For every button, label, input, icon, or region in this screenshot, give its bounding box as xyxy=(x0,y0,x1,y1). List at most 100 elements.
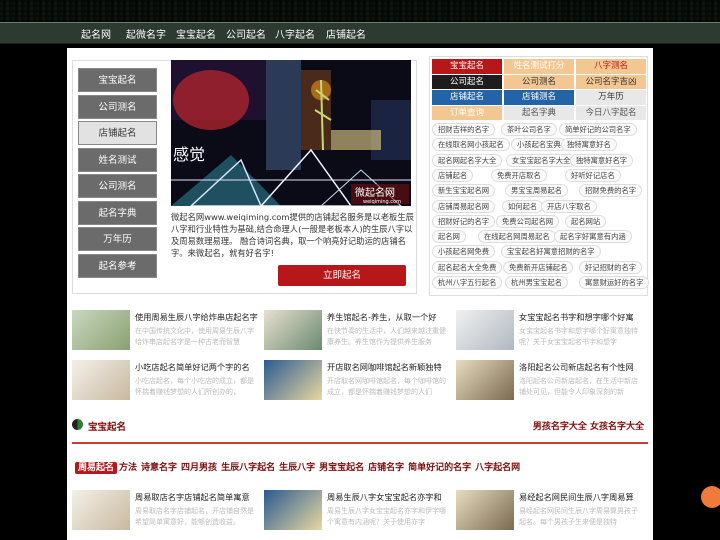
keyword-tag[interactable]: 寓意财运好的名字 xyxy=(579,276,650,289)
keyword-tag[interactable]: 如何起名 xyxy=(502,199,544,213)
tag-link[interactable]: 生辰八字起名 xyxy=(221,463,275,473)
keyword-tag[interactable]: 开店八字取名 xyxy=(541,199,597,213)
name-now-button[interactable]: 立即起名 xyxy=(278,265,406,286)
keyword-tag[interactable]: 茶叶公司名字 xyxy=(501,123,557,136)
right-tab[interactable]: 公司名字吉凶 xyxy=(576,74,646,89)
keyword-tag[interactable]: 免费新开店铺起名 xyxy=(503,260,574,274)
right-tab[interactable]: 宝宝起名 xyxy=(432,59,502,74)
section-title: 宝宝起名 xyxy=(88,422,127,433)
article-thumbnail[interactable] xyxy=(264,490,322,530)
right-tab[interactable]: 店铺测名 xyxy=(504,90,574,105)
article-thumbnail[interactable] xyxy=(72,310,130,350)
yinyang-icon xyxy=(72,419,83,430)
keyword-tag[interactable]: 新生宝宝起名网 xyxy=(432,184,496,198)
article-thumbnail[interactable] xyxy=(456,490,514,530)
article-title[interactable]: 周易取店名字店铺起名简单寓意 xyxy=(135,491,259,503)
right-tab[interactable]: 姓名测试打分 xyxy=(504,59,574,74)
nav-item-company[interactable]: 公司起名 xyxy=(226,26,266,41)
keyword-tag[interactable]: 起名网 xyxy=(432,230,466,244)
nav-item-home[interactable]: 起名网 xyxy=(81,26,111,41)
article-thumbnail[interactable] xyxy=(264,360,322,400)
right-tab[interactable]: 订单查询 xyxy=(432,105,502,120)
main-content: 宝宝起名 公司测名 店铺起名 姓名测试 公司测名 起名字典 万年历 起名参考 感… xyxy=(67,48,653,540)
keyword-tag[interactable]: 杭州男宝宝起名 xyxy=(505,276,569,289)
left-menu-item[interactable]: 万年历 xyxy=(78,227,157,251)
keyword-tag[interactable]: 女宝宝起名字大全 xyxy=(506,153,577,167)
banner-watermark: 微起名网 xyxy=(355,186,395,199)
keyword-tag[interactable]: 招财好记的名字 xyxy=(432,214,496,228)
tag-link[interactable]: 男宝宝起名 xyxy=(319,463,364,473)
article-summary: 小吃店起名，每个小吃店的成立，都是怀揣着赚钱梦想的人们所创办的， xyxy=(135,377,254,396)
left-menu-item[interactable]: 起名参考 xyxy=(78,253,157,278)
article-thumbnail[interactable] xyxy=(456,310,514,350)
article-thumbnail[interactable] xyxy=(456,360,514,400)
keyword-tag[interactable]: 招财吉祥的名字 xyxy=(432,123,496,136)
article-title[interactable]: 开店取名网咖啡馆起名新颖独特 xyxy=(327,361,451,373)
right-tab[interactable]: 起名字典 xyxy=(504,105,574,120)
keyword-tag[interactable]: 免费开店取名 xyxy=(491,168,547,182)
tag-link[interactable]: 四月男孩 xyxy=(181,463,217,473)
right-tab[interactable]: 公司起名 xyxy=(432,74,502,89)
keyword-tag[interactable]: 独特寓意好名字 xyxy=(570,153,634,167)
article-summary: 在快节奏的生活中，人们越来越注重健康养生。养生馆作为提供养生服务 xyxy=(327,327,446,346)
tag-link[interactable]: 简单好记的名字 xyxy=(408,463,471,473)
right-tab[interactable]: 公司测名 xyxy=(504,74,574,89)
article-summary: 开店取名网咖啡馆起名，每个咖啡馆的成立，都是怀揣着赚钱梦想的人们 xyxy=(327,377,446,396)
intro-text: 微起名网www.weiqiming.com提供的店铺起名服务是以老板生辰八字和行… xyxy=(171,212,414,258)
article-title[interactable]: 洛阳起名公司新店起名有个性网 xyxy=(519,361,643,373)
tag-link[interactable]: 周易起名 xyxy=(75,462,118,474)
keyword-tag[interactable]: 店铺周易起名网 xyxy=(432,199,496,213)
keyword-tag[interactable]: 小孩起名宝典 xyxy=(511,138,567,152)
keyword-tag[interactable]: 独特寓意好名 xyxy=(561,138,617,152)
keyword-tag[interactable]: 好听好记店名 xyxy=(565,168,621,182)
article-thumbnail[interactable] xyxy=(264,310,322,350)
keyword-tag[interactable]: 男宝宝周易起名 xyxy=(505,184,569,198)
keyword-tag[interactable]: 店铺起名 xyxy=(432,168,474,182)
keyword-tag[interactable]: 在线起名网周易起名 xyxy=(478,230,556,244)
keyword-tag[interactable]: 简单好记的公司名字 xyxy=(559,123,637,136)
chat-float-icon[interactable] xyxy=(701,486,720,508)
keyword-tag[interactable]: 起名网站 xyxy=(565,214,607,228)
keyword-tag[interactable]: 起名字好寓意有内涵 xyxy=(554,230,632,244)
banner-text: 感觉 xyxy=(173,145,205,164)
tag-link[interactable]: 八字起名网 xyxy=(475,463,520,473)
right-tab[interactable]: 今日八字起名 xyxy=(576,105,646,120)
banner-watermark-sub: weiqiming.com xyxy=(363,199,401,205)
left-menu-item[interactable]: 公司测名 xyxy=(78,174,157,198)
article-title[interactable]: 周易生辰八字女宝宝起名亦字和 xyxy=(327,491,451,503)
keyword-tag[interactable]: 招财免费的名字 xyxy=(579,184,643,198)
tag-link[interactable]: 店铺名字 xyxy=(368,463,404,473)
article-title[interactable]: 易经起名网民间生辰八字周易算 xyxy=(519,491,643,503)
nav-item-shop[interactable]: 店铺起名 xyxy=(326,26,366,41)
tag-link[interactable]: 方法 xyxy=(119,463,137,473)
right-tab[interactable]: 店铺起名 xyxy=(432,90,502,105)
keyword-tag[interactable]: 好记招财的名字 xyxy=(579,260,643,274)
keyword-tag[interactable]: 免费公司起名网 xyxy=(496,214,560,228)
keyword-tag[interactable]: 在线取名网小孩起名 xyxy=(432,138,510,152)
article-title[interactable]: 养生馆起名-养生，从取一个好 xyxy=(327,311,451,323)
keyword-tag[interactable]: 杭州八字五行起名 xyxy=(432,276,503,289)
article-title[interactable]: 女宝宝起名书字和想字哪个好寓 xyxy=(519,311,643,323)
right-tab[interactable]: 八字测名 xyxy=(576,59,646,74)
left-menu-item[interactable]: 起名字典 xyxy=(78,200,157,225)
left-menu-item[interactable]: 宝宝起名 xyxy=(78,68,157,92)
left-menu-item[interactable]: 公司测名 xyxy=(78,94,157,119)
keyword-tag[interactable]: 小孩起名网免费 xyxy=(432,245,496,259)
right-tab[interactable]: 万年历 xyxy=(576,90,646,105)
section-links[interactable]: 男孩名字大全 女孩名字大全 xyxy=(533,419,644,432)
tag-link[interactable]: 生辰八字 xyxy=(279,463,315,473)
tag-link[interactable]: 诗意名字 xyxy=(141,463,177,473)
article-thumbnail[interactable] xyxy=(72,490,130,530)
nav-item-weiname[interactable]: 起微名字 xyxy=(126,26,166,41)
nav-item-bazi[interactable]: 八字起名 xyxy=(275,26,315,41)
keyword-tag[interactable]: 起名起名大全免费 xyxy=(432,260,503,274)
article-thumbnail[interactable] xyxy=(72,360,130,400)
left-menu-item-active[interactable]: 店铺起名 xyxy=(78,121,157,145)
left-menu-item[interactable]: 姓名测试 xyxy=(78,147,157,172)
article-summary: 周易取店名字店铺起名，开店铺自然是希望简单寓意好，能够创造收益。 xyxy=(135,507,254,526)
nav-item-baby[interactable]: 宝宝起名 xyxy=(176,26,216,41)
keyword-tag[interactable]: 宝宝起名好寓意招财的名字 xyxy=(501,245,601,259)
keyword-tag[interactable]: 起名网起名字大全 xyxy=(432,153,503,167)
article-title[interactable]: 使用周易生辰八字给炸串店起名字 xyxy=(135,311,259,323)
article-title[interactable]: 小吃店起名简单好记两个字的名 xyxy=(135,361,259,373)
